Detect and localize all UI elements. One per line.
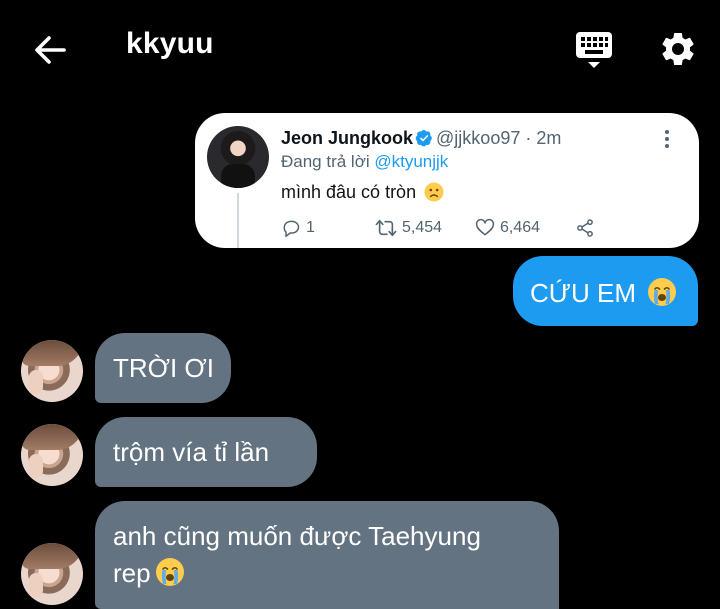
avatar-hair [21,543,83,569]
tweet-author-handle: @jjkkoo97 [436,128,521,148]
sent-message: CỨU EM [530,277,677,309]
received-message-bubble[interactable]: anh cũng muốn được Taehyung rep [95,501,559,609]
avatar-hand [29,370,43,394]
reply-icon [283,220,300,238]
settings-button[interactable] [658,29,698,69]
message-line: anh cũng muốn được Taehyung [113,521,481,551]
chat-title: kkyuu [126,27,214,60]
more-vertical-icon [665,130,669,148]
heart-icon [475,218,495,236]
crying-face-icon [155,558,184,586]
contact-avatar[interactable] [21,340,83,402]
retweet-action[interactable]: 5,454 [375,218,442,238]
retweet-count: 5,454 [402,219,443,236]
sent-message-bubble[interactable]: CỨU EM [513,256,698,326]
message-line: rep [113,558,151,588]
message-text: TRỜI ƠI [113,353,214,383]
chat-header: kkyuu [0,0,720,96]
reply-action[interactable]: 1 [281,218,315,238]
tweet-author-avatar[interactable] [207,126,269,188]
received-message-bubble[interactable]: TRỜI ƠI [95,333,231,403]
shared-tweet-card[interactable]: Jeon Jungkook @jjkkoo97 · 2m Đang trả lời… [195,113,699,248]
avatar-hand [29,454,43,478]
received-message-bubble[interactable]: trộm vía tỉ lần [95,417,317,487]
keyboard-icon [576,32,612,68]
like-count: 6,464 [500,219,541,236]
message-text: trộm vía tỉ lần [113,437,270,467]
thread-line [237,193,239,248]
message-text: CỨU EM [530,278,636,308]
contact-avatar[interactable] [21,543,83,605]
tweet-more-button[interactable] [657,127,677,151]
slightly-frowning-face-icon [424,182,444,202]
share-action[interactable] [575,218,595,238]
tweet-timestamp: 2m [536,128,562,148]
avatar-hair [21,424,83,450]
gear-icon [662,32,694,65]
tweet-body: mình đâu có tròn [281,182,444,203]
avatar-hand [29,573,43,597]
tweet-reply-context: Đang trả lời @ktyunjjk [281,152,448,172]
message-line-2: rep [113,555,185,592]
reply-mention-link[interactable]: @ktyunjjk [374,152,448,171]
contact-avatar[interactable] [21,424,83,486]
tweet-header: Jeon Jungkook @jjkkoo97 · 2m [281,128,561,149]
verified-badge-icon [415,129,432,147]
retweet-icon [375,219,397,237]
tweet-meta-separator: · [520,128,537,148]
share-icon [577,219,593,237]
reply-prefix: Đang trả lời [281,152,375,171]
back-button[interactable] [30,30,70,70]
tweet-text: mình đâu có tròn [281,182,417,202]
crying-face-icon [648,278,677,306]
keyboard-toggle-button[interactable] [574,30,614,70]
tweet-author-name[interactable]: Jeon Jungkook [281,128,413,148]
avatar-hair [21,340,83,366]
arrow-left-icon [35,36,66,64]
like-action[interactable]: 6,464 [475,218,540,238]
reply-count: 1 [306,219,315,236]
